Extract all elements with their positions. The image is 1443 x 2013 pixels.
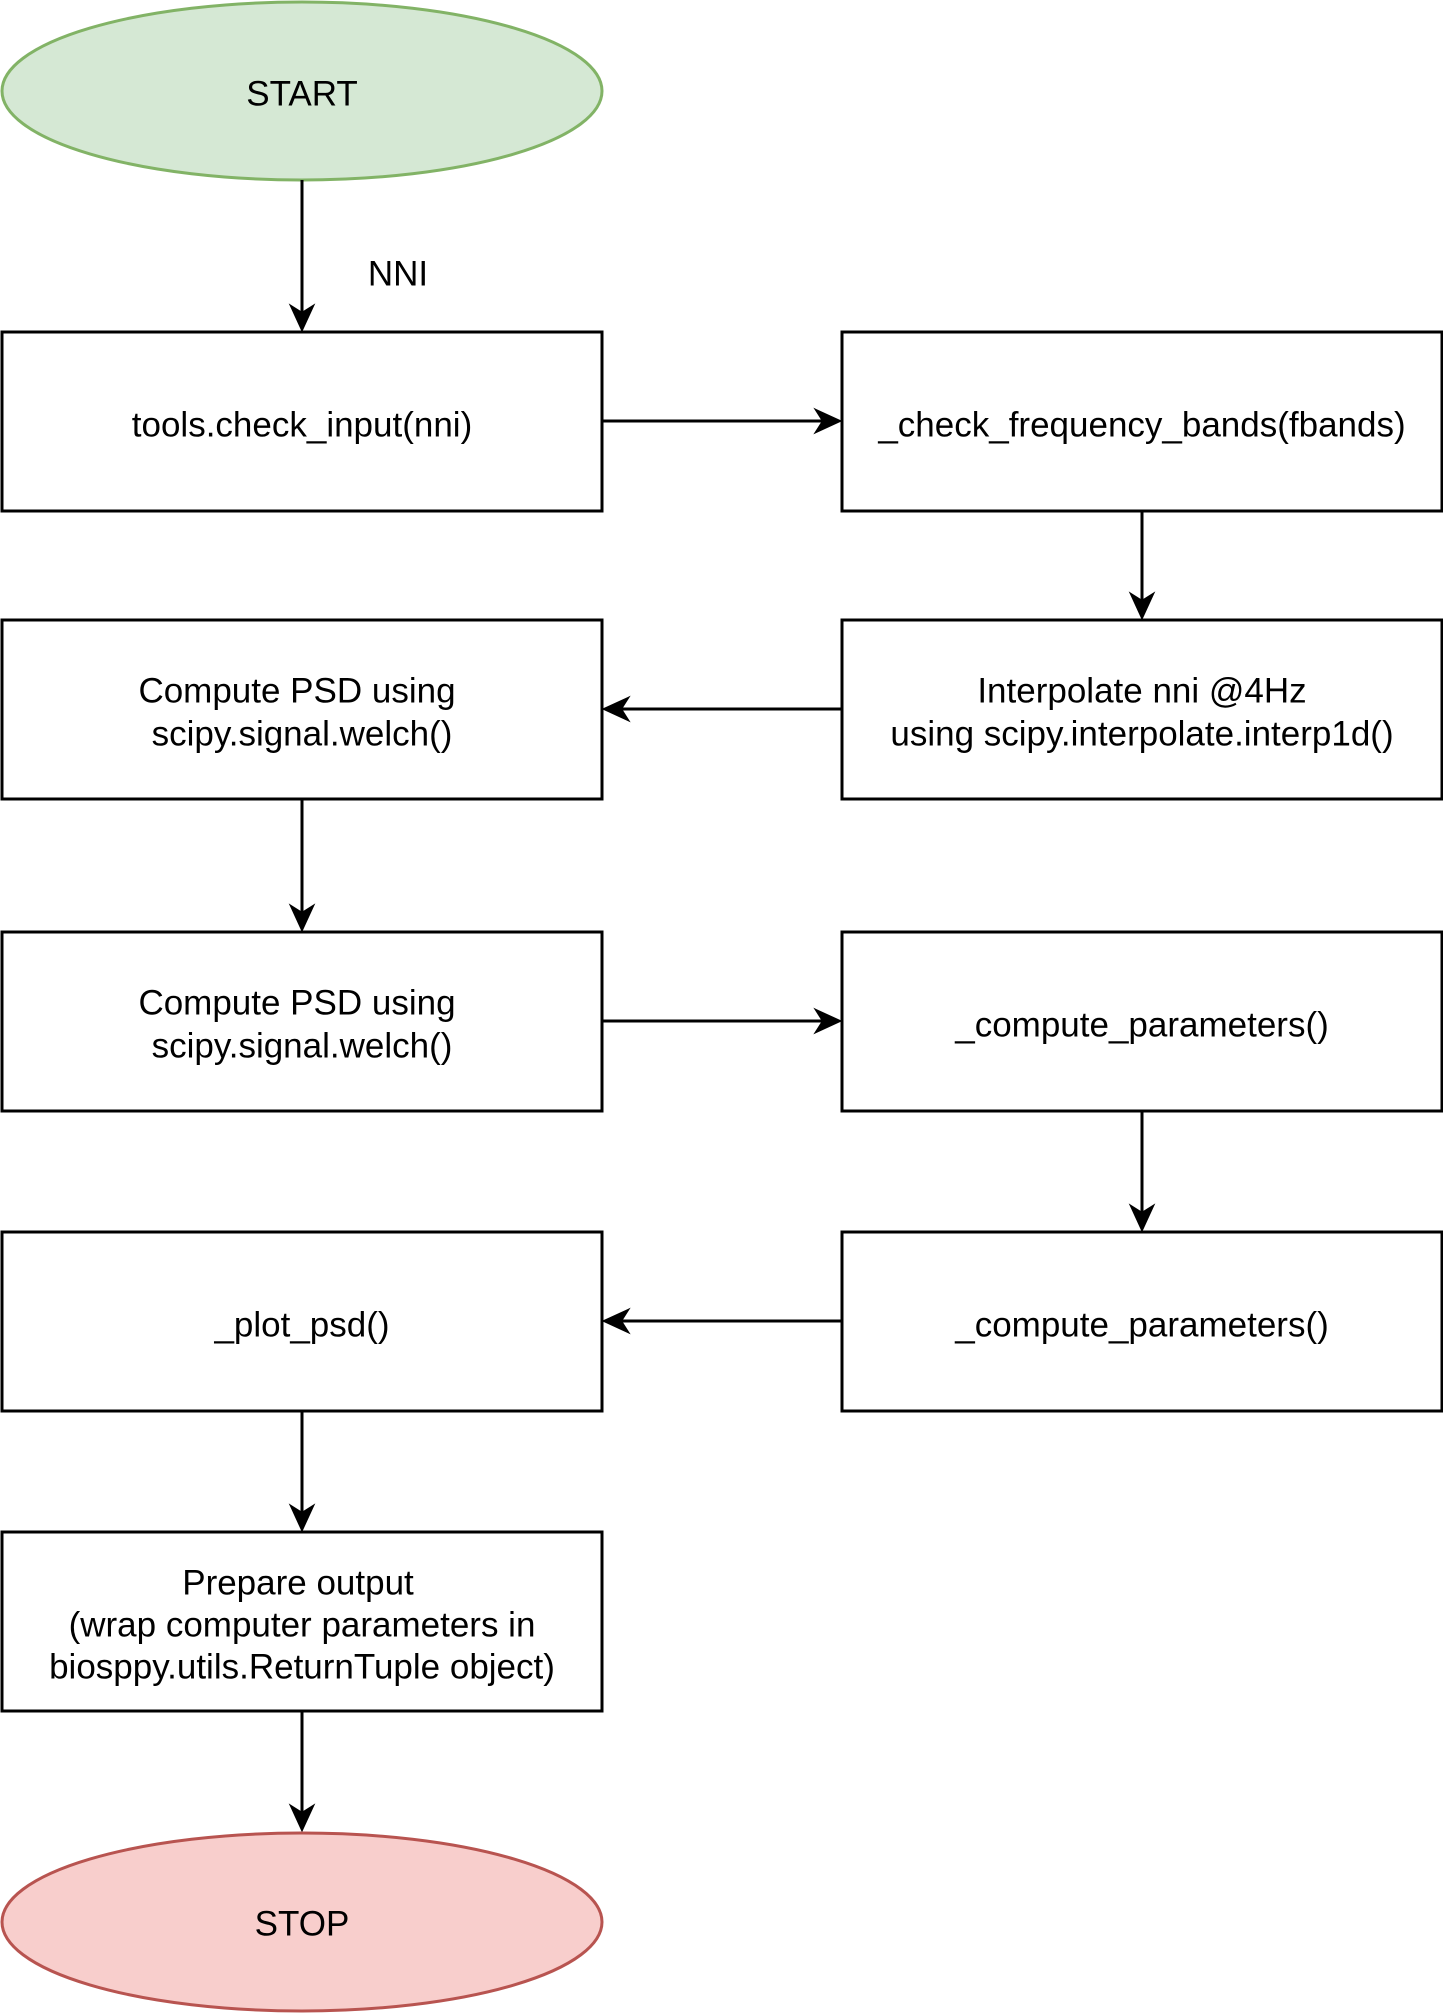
edge-check-input-to-check-bands [602, 407, 843, 435]
stop-label: STOP [255, 1904, 350, 1943]
flowchart: START NNI tools.check_input(nni) _check_… [0, 0, 1443, 2013]
edge-params-2-to-plot-psd [601, 1307, 842, 1335]
psd-1-label-line2: scipy.signal.welch() [152, 714, 453, 753]
interpolate-label-line1: Interpolate nni @4Hz [977, 671, 1306, 710]
edge-start-to-check-input [288, 180, 316, 333]
edge-psd-2-to-params-1 [602, 1007, 843, 1035]
start-node[interactable]: START [0, 0, 604, 182]
params-2-node[interactable]: _compute_parameters() [840, 1230, 1443, 1413]
psd-2-node[interactable]: Compute PSD using scipy.signal.welch() [0, 930, 604, 1113]
check-bands-label: _check_frequency_bands(fbands) [877, 405, 1405, 444]
check-bands-node[interactable]: _check_frequency_bands(fbands) [840, 330, 1443, 513]
interpolate-label-line2: using scipy.interpolate.interp1d() [890, 714, 1393, 753]
output-label-line3: biosppy.utils.ReturnTuple object) [49, 1647, 555, 1686]
edge-plot-psd-to-output [288, 1411, 316, 1533]
plot-psd-node[interactable]: _plot_psd() [0, 1230, 604, 1413]
edge-label-nni: NNI [368, 254, 428, 293]
psd-2-label-line2: scipy.signal.welch() [152, 1026, 453, 1065]
check-input-label: tools.check_input(nni) [132, 405, 472, 444]
output-label-line2: (wrap computer parameters in [69, 1605, 536, 1644]
psd-1-node[interactable]: Compute PSD using scipy.signal.welch() [0, 618, 604, 801]
edge-check-bands-to-interpolate [1128, 511, 1156, 621]
edge-output-to-stop [288, 1711, 316, 1833]
params-1-label: _compute_parameters() [954, 1005, 1329, 1044]
check-input-node[interactable]: tools.check_input(nni) [0, 330, 604, 513]
edge-psd-1-to-psd-2 [288, 799, 316, 933]
interpolate-node[interactable]: Interpolate nni @4Hz using scipy.interpo… [840, 618, 1443, 801]
params-1-node[interactable]: _compute_parameters() [840, 930, 1443, 1113]
psd-2-label-line1: Compute PSD using [138, 983, 455, 1022]
params-2-label: _compute_parameters() [954, 1305, 1329, 1344]
stop-node[interactable]: STOP [0, 1831, 604, 2013]
psd-1-label-line1: Compute PSD using [138, 671, 455, 710]
plot-psd-label: _plot_psd() [213, 1305, 389, 1344]
edge-interpolate-to-psd-1 [601, 695, 842, 723]
output-label-line1: Prepare output [182, 1563, 414, 1602]
output-node[interactable]: Prepare output (wrap computer parameters… [0, 1530, 604, 1713]
edge-params-1-to-params-2 [1128, 1111, 1156, 1233]
start-label: START [246, 74, 358, 113]
